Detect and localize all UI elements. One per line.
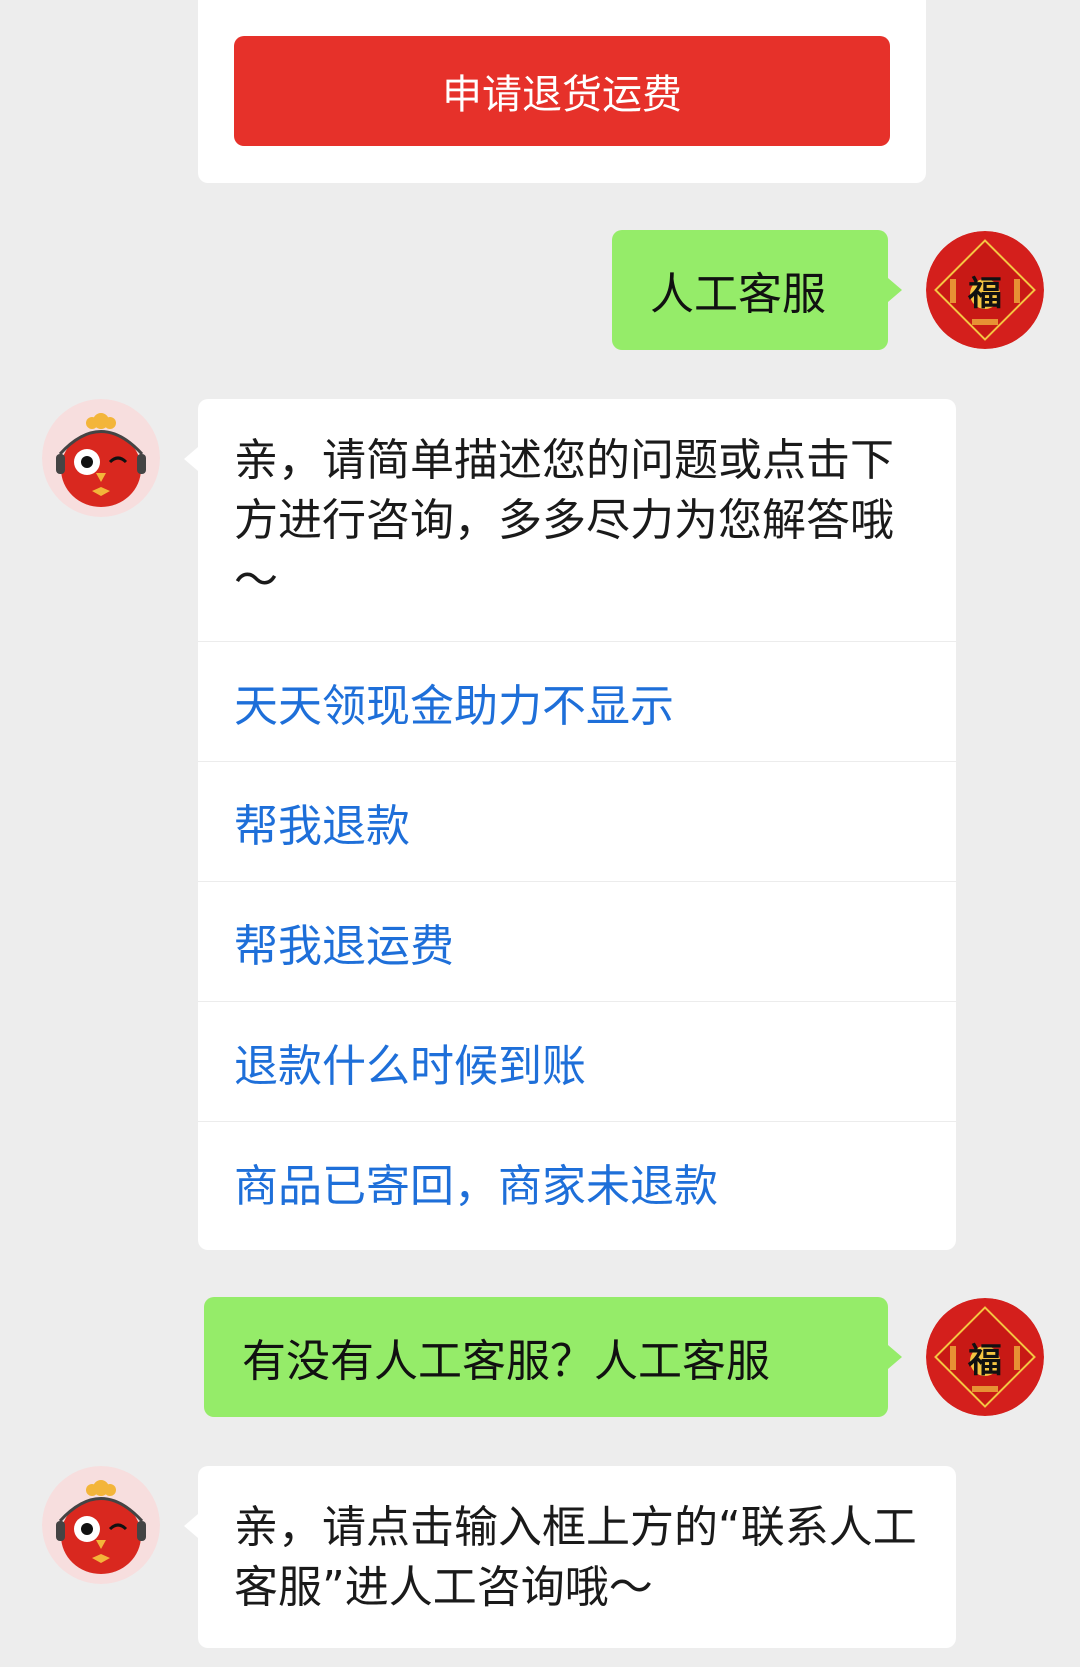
faq-item[interactable]: 天天领现金助力不显示 xyxy=(198,641,956,761)
faq-item[interactable]: 退款什么时候到账 xyxy=(198,1001,956,1121)
faq-suggestion-list: 天天领现金助力不显示 帮我退款 帮我退运费 退款什么时候到账 商品已寄回，商家未… xyxy=(198,641,956,1241)
bot-message-text: 亲，请简单描述您的问题或点击下方进行咨询，多多尽力为您解答哦～ xyxy=(234,435,894,606)
chat-thread: 申请退货运费 人工客服 福 亲，请简单描述您的问题或点击下方进行咨询，多多尽力为… xyxy=(0,0,1080,1667)
bot-message-text: 亲，请点击输入框上方的“联系人工客服”进人工咨询哦～ xyxy=(234,1502,917,1613)
bot-message-card: 亲，请点击输入框上方的“联系人工客服”进人工咨询哦～ xyxy=(184,1466,956,1648)
user-message-bubble: 人工客服 xyxy=(612,230,902,350)
fu-character-avatar-icon[interactable]: 福 xyxy=(926,231,1044,349)
svg-text:福: 福 xyxy=(967,1341,1002,1381)
bot-message-card: 亲，请简单描述您的问题或点击下方进行咨询，多多尽力为您解答哦～ 天天领现金助力不… xyxy=(184,399,956,1250)
user-message-text: 有没有人工客服？人工客服 xyxy=(242,1336,770,1387)
faq-item[interactable]: 帮我退运费 xyxy=(198,881,956,1001)
faq-item[interactable]: 帮我退款 xyxy=(198,761,956,881)
cartoon-bird-agent-avatar-icon[interactable] xyxy=(42,1466,160,1584)
fu-character-avatar-icon[interactable]: 福 xyxy=(926,1298,1044,1416)
user-message-bubble: 有没有人工客服？人工客服 xyxy=(204,1297,902,1417)
user-message-text: 人工客服 xyxy=(650,269,826,320)
apply-return-shipping-button[interactable]: 申请退货运费 xyxy=(234,36,890,146)
svg-text:福: 福 xyxy=(967,274,1002,314)
faq-item[interactable]: 商品已寄回，商家未退款 xyxy=(198,1121,956,1241)
cartoon-bird-agent-avatar-icon[interactable] xyxy=(42,399,160,517)
refund-shipping-card: 申请退货运费 xyxy=(198,0,926,183)
